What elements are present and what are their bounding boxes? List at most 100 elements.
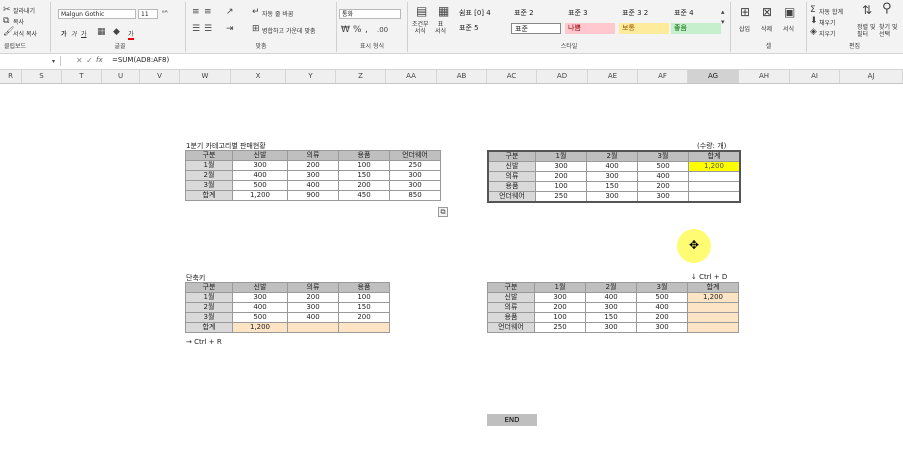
table-cell[interactable]: 3월	[185, 312, 233, 323]
table-cell[interactable]: 2월	[185, 302, 233, 313]
column-header-ab[interactable]: AB	[437, 70, 487, 83]
percent-icon[interactable]: %	[353, 25, 362, 35]
table-cell[interactable]: 합계	[185, 190, 233, 201]
table-cell[interactable]: 100	[338, 160, 390, 171]
table-cell[interactable]: 500	[636, 292, 688, 303]
table-cell[interactable]	[687, 302, 739, 313]
font-size-combo[interactable]: 11	[138, 9, 158, 19]
grow-font-icon[interactable]: ᵃᴬ	[162, 8, 168, 18]
number-format-combo[interactable]: 통화	[339, 9, 401, 19]
header-cell[interactable]: 신발	[232, 282, 288, 293]
table-cell[interactable]: 200	[338, 180, 390, 191]
table-cell[interactable]	[688, 181, 741, 192]
format-as-table-button[interactable]: 표 서식	[435, 21, 446, 35]
format-as-table-icon[interactable]: ▦	[438, 5, 449, 17]
insert-icon[interactable]: ⊞	[740, 6, 750, 18]
table-cell[interactable]: 300	[534, 292, 586, 303]
conditional-format-icon[interactable]: ▤	[416, 5, 427, 17]
sort-filter-button[interactable]: 정렬 및 필터	[857, 24, 875, 38]
table-cell[interactable]: 1,200	[232, 190, 288, 201]
align-top-icon[interactable]: ≡	[192, 7, 200, 17]
table-cell[interactable]: 300	[535, 161, 587, 172]
merge-icon[interactable]: ⊞	[252, 24, 260, 34]
underline-button[interactable]: 가	[81, 29, 87, 38]
sort-filter-icon[interactable]: ⇅	[862, 4, 872, 16]
font-name-combo[interactable]: Malgun Gothic	[58, 9, 136, 19]
format-painter-button[interactable]: 서식 복사	[13, 29, 37, 38]
table-cell[interactable]: 언더웨어	[487, 191, 536, 203]
header-cell[interactable]: 의류	[287, 150, 339, 161]
table-cell[interactable]: 150	[338, 302, 390, 313]
table-cell[interactable]: 850	[389, 190, 441, 201]
insert-button[interactable]: 삽입	[739, 24, 750, 33]
table-cell[interactable]: 250	[535, 191, 587, 203]
cell-style-2[interactable]: 표준 3	[565, 8, 615, 19]
fill-icon[interactable]: ⬇	[810, 16, 818, 26]
column-header-x[interactable]: X	[231, 70, 286, 83]
column-header-aj[interactable]: AJ	[840, 70, 903, 83]
table-cell[interactable]: 300	[586, 191, 638, 203]
table-cell[interactable]	[687, 312, 739, 323]
table-cell[interactable]: 200	[287, 292, 339, 303]
column-header-ai[interactable]: AI	[790, 70, 840, 83]
end-cell[interactable]: END	[487, 414, 537, 426]
column-header-aa[interactable]: AA	[386, 70, 437, 83]
find-select-button[interactable]: 찾기 및 선택	[879, 24, 897, 38]
copy-button[interactable]: 복사	[13, 17, 24, 26]
table-cell[interactable]: 900	[287, 190, 339, 201]
column-header-ad[interactable]: AD	[537, 70, 588, 83]
header-cell[interactable]: 구분	[185, 150, 233, 161]
cut-button[interactable]: 잘라내기	[13, 6, 35, 15]
table-cell[interactable]: 150	[585, 312, 637, 323]
table-cell[interactable]: 250	[534, 322, 586, 333]
merge-center-button[interactable]: 병합하고 가운데 맞춤	[262, 26, 316, 35]
delete-button[interactable]: 삭제	[761, 24, 772, 33]
header-cell[interactable]: 언더웨어	[389, 150, 441, 161]
table-cell[interactable]: 400	[585, 292, 637, 303]
table-cell[interactable]	[688, 191, 741, 203]
header-cell[interactable]: 신발	[232, 150, 288, 161]
cell-style-6[interactable]: 표준	[511, 23, 561, 34]
table-cell[interactable]	[287, 322, 339, 333]
autosum-button[interactable]: 자동 합계	[819, 7, 843, 16]
name-box-dropdown-icon[interactable]: ▾	[52, 57, 55, 67]
header-cell[interactable]: 2월	[586, 150, 638, 162]
column-header-r[interactable]: R	[0, 70, 22, 83]
column-header-ae[interactable]: AE	[588, 70, 638, 83]
table-cell[interactable]: 언더웨어	[487, 322, 535, 333]
table-cell[interactable]: 300	[585, 322, 637, 333]
font-color-button[interactable]: 가	[128, 29, 134, 40]
table-cell[interactable]: 300	[585, 302, 637, 313]
table-cell[interactable]: 150	[586, 181, 638, 192]
bold-button[interactable]: 가	[61, 29, 67, 38]
header-cell[interactable]: 합계	[687, 282, 739, 293]
table-cell[interactable]	[687, 322, 739, 333]
table-cell[interactable]: 400	[637, 171, 689, 182]
table-cell[interactable]: 200	[534, 302, 586, 313]
column-header-ag[interactable]: AG	[688, 70, 739, 83]
table-cell[interactable]: 300	[287, 302, 339, 313]
table-cell[interactable]: 300	[389, 180, 441, 191]
fill-color-icon[interactable]: ◆	[113, 27, 120, 37]
cell-style-3[interactable]: 표준 3 2	[619, 8, 669, 19]
table-cell[interactable]: 400	[232, 170, 288, 181]
formula-input[interactable]: =SUM(AD8:AF8)	[112, 56, 169, 64]
cell-style-7[interactable]: 나쁨	[565, 23, 615, 34]
table-cell[interactable]	[338, 322, 390, 333]
table-cell[interactable]: 100	[338, 292, 390, 303]
table-cell[interactable]: 1월	[185, 160, 233, 171]
format-cells-icon[interactable]: ▣	[784, 6, 795, 18]
header-cell[interactable]: 용품	[338, 150, 390, 161]
table-cell[interactable]: 1,200	[232, 322, 288, 333]
table-cell[interactable]: 1월	[185, 292, 233, 303]
table-cell[interactable]: 의류	[487, 171, 536, 182]
table-cell[interactable]: 300	[389, 170, 441, 181]
column-header-z[interactable]: Z	[336, 70, 386, 83]
table-cell[interactable]: 200	[637, 181, 689, 192]
table-cell[interactable]: 400	[287, 180, 339, 191]
table-cell[interactable]: 200	[636, 312, 688, 323]
cell-style-9[interactable]: 좋음	[671, 23, 721, 34]
header-cell[interactable]: 1월	[535, 150, 587, 162]
table-cell[interactable]: 2월	[185, 170, 233, 181]
column-header-y[interactable]: Y	[286, 70, 336, 83]
